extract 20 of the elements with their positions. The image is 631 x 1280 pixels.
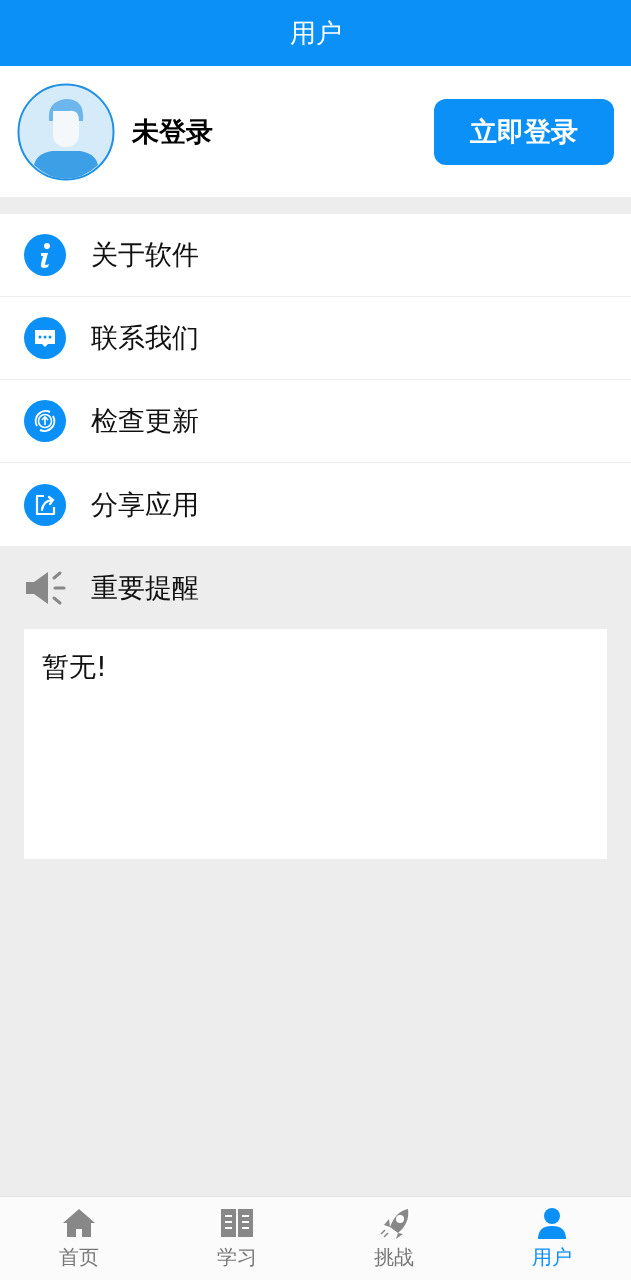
login-button[interactable]: 立即登录 xyxy=(434,98,614,165)
book-icon xyxy=(219,1206,254,1240)
menu-item[interactable]: 分享应用 xyxy=(0,463,631,546)
notice-text: 暂无! xyxy=(42,651,107,682)
menu-item[interactable]: 联系我们 xyxy=(0,297,631,380)
tab[interactable]: 学习 xyxy=(157,1197,316,1280)
user-name: 未登录 xyxy=(132,114,214,149)
tab[interactable]: 用户 xyxy=(473,1197,631,1280)
notice-title: 重要提醒 xyxy=(91,570,199,605)
update-icon xyxy=(24,400,66,442)
home-icon xyxy=(61,1206,96,1240)
info-icon xyxy=(24,234,66,276)
tab[interactable]: 挑战 xyxy=(315,1197,474,1280)
tab[interactable]: 首页 xyxy=(0,1197,158,1280)
menu-item[interactable]: 关于软件 xyxy=(0,214,631,297)
menu-item[interactable]: 检查更新 xyxy=(0,380,631,463)
page-title: 用户 xyxy=(289,16,342,50)
chat-icon xyxy=(24,317,66,359)
avatar-icon xyxy=(17,82,115,181)
share-icon xyxy=(24,483,66,526)
